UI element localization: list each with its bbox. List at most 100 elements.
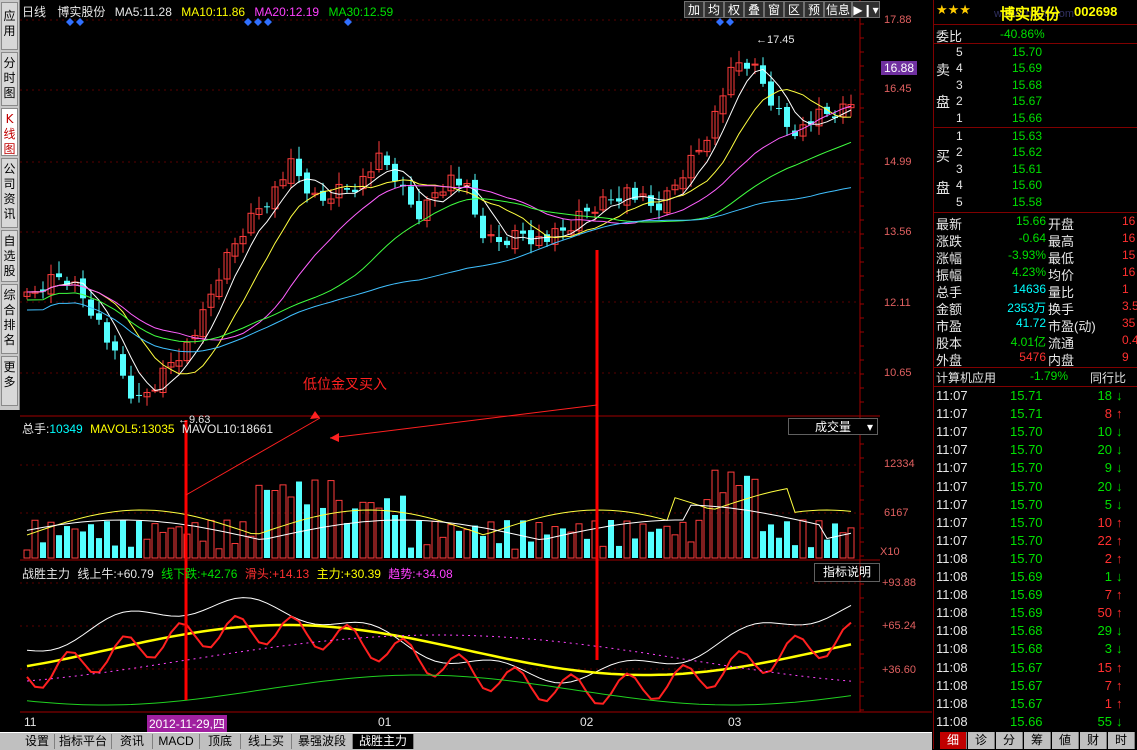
volume-bar-up [175, 526, 183, 559]
tab-timeshare[interactable]: 分时图 [1, 52, 18, 106]
toolbar-expand-icon[interactable]: ▶❙▾ [852, 1, 880, 18]
arrow-down-icon: ↓ [1116, 623, 1123, 639]
volume-bar-down [128, 546, 134, 558]
volume-bar-up [815, 520, 823, 559]
volume-bar-down [104, 521, 110, 558]
tick-price: 15.70 [1010, 460, 1043, 476]
volume-bar-down [560, 528, 566, 558]
volume-bar-down [112, 545, 118, 558]
volume-bar-up [599, 545, 607, 559]
right-tab-2[interactable]: 分 [996, 732, 1023, 749]
indicator-tick: +93.88 [882, 577, 916, 589]
date-label: 02 [580, 715, 594, 729]
tab-apply[interactable]: 应用 [1, 2, 18, 50]
sector-name[interactable]: 计算机应用 [936, 369, 996, 386]
ma20-label: MA20: [254, 5, 290, 19]
tab-settings[interactable]: 设置 [20, 734, 55, 749]
tick-volume: 8 [1104, 406, 1112, 422]
tab-strong-band[interactable]: 暴强波段 [292, 734, 353, 749]
tick-time: 11:07 [936, 478, 968, 494]
tick-volume: 5 [1104, 496, 1112, 512]
tab-company-news[interactable]: 公司资讯 [1, 158, 18, 228]
mavol5-label: MAVOL5: [90, 422, 142, 436]
tab-kline[interactable]: K线图 [1, 108, 18, 156]
volume-unit: X10 [880, 546, 900, 558]
right-tab-4[interactable]: 値 [1052, 732, 1079, 749]
moving-average-line [26, 187, 852, 353]
mavol5-line [26, 488, 852, 536]
tab-more[interactable]: 更多 [1, 356, 18, 406]
tab-macd[interactable]: MACD [153, 734, 200, 749]
volume-bar-up [255, 484, 263, 559]
volume-bar-up [271, 490, 279, 559]
volume-bar-up [287, 496, 295, 559]
bid-label: 买 [936, 148, 950, 164]
toolbar-window-button[interactable]: 窗 [764, 1, 784, 18]
tab-beat-main-force[interactable]: 战胜主力 [353, 734, 414, 749]
candle-body-down [392, 163, 398, 182]
volume-bar-up [727, 471, 735, 559]
right-tab-5[interactable]: 财 [1080, 732, 1107, 749]
stat-value: 15 [1122, 248, 1136, 262]
toolbar-add-button[interactable]: 加 [684, 1, 704, 18]
arrow-up-icon: ↑ [1116, 677, 1123, 693]
tick-time: 11:07 [936, 460, 968, 476]
volume-bar-down [808, 547, 814, 558]
volume-bar-down [408, 547, 414, 558]
tick-price: 15.69 [1010, 569, 1043, 584]
right-tab-6[interactable]: 时 [1108, 732, 1135, 749]
tab-watchlist[interactable]: 自选股 [1, 230, 18, 282]
candle-body-down [416, 201, 422, 220]
volume-bar-up [327, 480, 335, 559]
tick-price: 15.70 [1010, 496, 1043, 512]
sector-compare[interactable]: 同行比 [1090, 369, 1126, 386]
price-tick: 17.88 [884, 14, 912, 26]
date-label: 11 [24, 715, 37, 729]
chart-canvas [20, 0, 932, 713]
ind-line1-value: +60.79 [116, 567, 154, 581]
volume-bar-up [695, 519, 703, 559]
ask-label: 卖 [936, 62, 950, 78]
price-tick: 14.99 [884, 156, 912, 168]
volume-bar-up [463, 529, 471, 559]
toolbar-avg-button[interactable]: 均 [704, 1, 724, 18]
volume-bar-up [247, 535, 255, 559]
toolbar-range-button[interactable]: 区 [784, 1, 804, 18]
right-tab-3[interactable]: 筹 [1024, 732, 1051, 749]
tick-volume: 7 [1104, 677, 1112, 693]
arrow-up-icon: ↑ [1116, 550, 1123, 566]
price-tick: 16.45 [884, 83, 912, 95]
toolbar-overlay-button[interactable]: 叠 [744, 1, 764, 18]
volume-bar-up [847, 527, 855, 559]
right-tab-1[interactable]: 诊 [968, 732, 995, 749]
toolbar-info-button[interactable]: 信息 [824, 1, 852, 18]
stat-value: 1 [1122, 282, 1129, 296]
tick-volume: 29 [1097, 623, 1112, 639]
volume-bar-down [648, 531, 654, 558]
tab-line-buy[interactable]: 线上买 [241, 734, 292, 749]
mavol10-value: 18661 [239, 422, 274, 436]
bid-ratio-value: -40.86% [1000, 27, 1045, 41]
tab-indicator-platform[interactable]: 指标平台 [55, 734, 112, 749]
tick-price: 15.67 [1010, 677, 1043, 693]
candle-body-down [112, 341, 118, 351]
volume-label: 总手: [22, 422, 50, 436]
tick-volume: 15 [1097, 659, 1112, 675]
indicator-help-button[interactable]: 指标说明 [814, 563, 880, 582]
tab-news[interactable]: 资讯 [112, 734, 153, 749]
volume-bar-up [487, 521, 495, 559]
bid-price: 15.62 [1012, 145, 1043, 160]
tick-volume: 1 [1104, 569, 1112, 584]
ask-price: 15.66 [1012, 110, 1043, 125]
tick-time: 11:07 [936, 406, 968, 422]
toolbar-rights-button[interactable]: 权 [724, 1, 744, 18]
volume-bar-up [439, 536, 447, 559]
kline-chart-area[interactable]: 日线 博实股份 MA5:11.28 MA10:11.86 MA20:12.19 … [20, 0, 932, 732]
toolbar-forecast-button[interactable]: 预 [804, 1, 824, 18]
tab-ranking[interactable]: 综合排名 [1, 284, 18, 354]
volume-bar-up [687, 541, 695, 559]
tick-volume: 20 [1097, 478, 1112, 494]
tab-top-bottom[interactable]: 顶底 [200, 734, 241, 749]
volume-indicator-dropdown[interactable]: 成交量 ▾ [788, 418, 878, 435]
right-tab-0[interactable]: 细 [940, 732, 967, 749]
